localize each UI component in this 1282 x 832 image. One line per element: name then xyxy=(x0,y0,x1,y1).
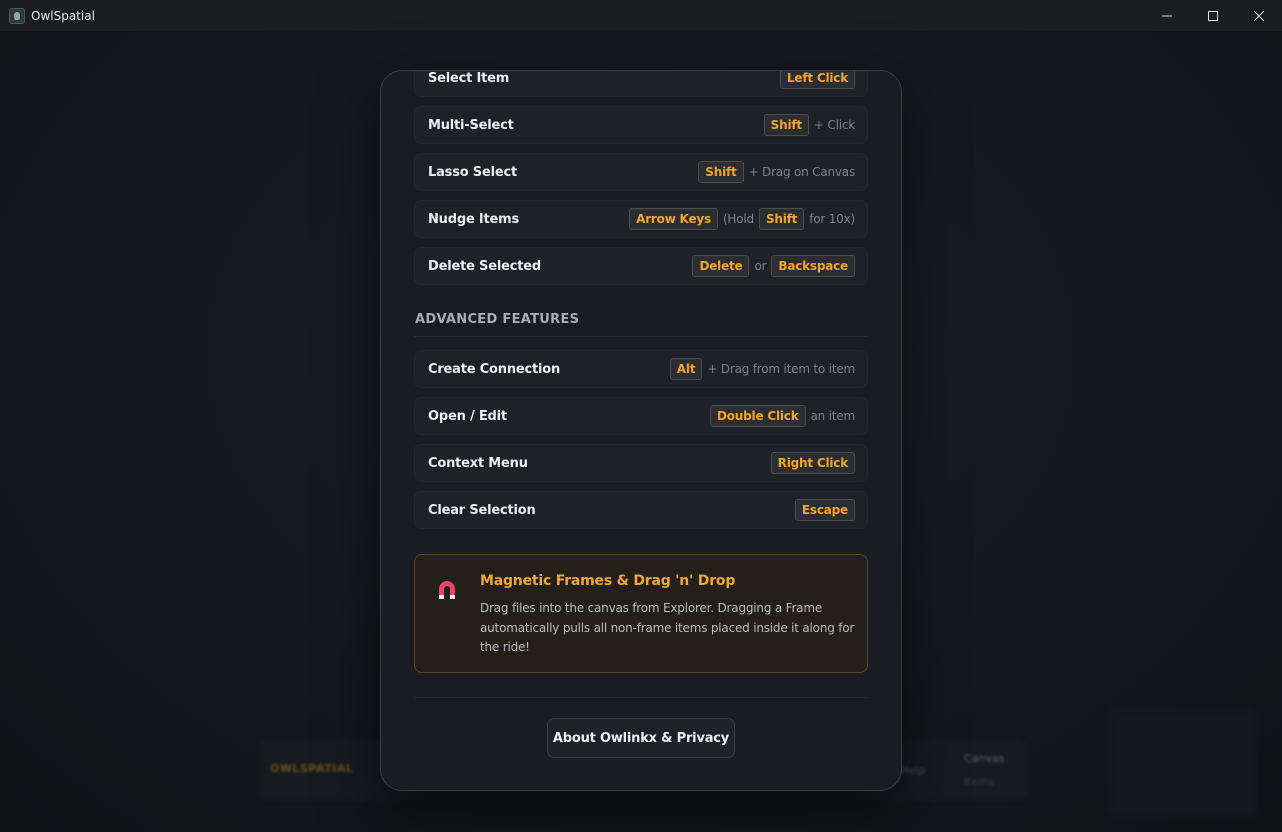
background-label: Help xyxy=(900,764,926,777)
shortcut-row: Delete Selected Delete or Backspace xyxy=(414,247,868,285)
about-privacy-button[interactable]: About Owlinkx & Privacy xyxy=(547,718,735,758)
key-badge: Shift xyxy=(758,208,805,230)
shortcut-keys: Shift + Click xyxy=(763,114,855,136)
shortcut-label: Nudge Items xyxy=(428,211,520,227)
key-hint-text: for 10x) xyxy=(809,212,855,226)
close-icon[interactable] xyxy=(1236,0,1282,31)
shortcut-label: Create Connection xyxy=(428,361,561,377)
minimize-icon[interactable] xyxy=(1144,0,1190,31)
help-modal: Select Item Left Click Multi-Select Shift + … xyxy=(380,70,902,791)
section-divider xyxy=(414,336,868,337)
key-badge: Delete xyxy=(692,255,750,277)
key-hint-text: + Click xyxy=(813,118,855,132)
shortcut-row: Context Menu Right Click xyxy=(414,444,868,482)
key-hint-text: + Drag from item to item xyxy=(707,362,855,376)
shortcut-keys: Shift + Drag on Canvas xyxy=(698,161,855,183)
window-controls xyxy=(1144,0,1282,31)
key-badge: Arrow Keys xyxy=(629,208,718,230)
app-icon xyxy=(9,7,25,24)
shortcut-label: Select Item xyxy=(428,70,510,86)
shortcut-label: Lasso Select xyxy=(428,164,517,180)
shortcut-row: Create Connection Alt + Drag from item to … xyxy=(414,350,868,388)
shortcut-row: Select Item Left Click xyxy=(414,70,868,97)
key-badge: Shift xyxy=(763,114,809,136)
key-badge: Left Click xyxy=(779,71,855,89)
background-panel xyxy=(1108,709,1256,817)
key-badge: Backspace xyxy=(771,255,855,277)
key-badge: Double Click xyxy=(710,405,806,427)
shortcut-row: Clear Selection Escape xyxy=(414,491,868,529)
maximize-icon[interactable] xyxy=(1190,0,1236,31)
key-badge: Alt xyxy=(669,358,703,380)
key-hint-text: an item xyxy=(810,409,856,423)
shortcut-keys: Alt + Drag from item to item xyxy=(669,358,855,380)
shortcut-label: Delete Selected xyxy=(428,258,541,274)
shortcut-keys: Right Click xyxy=(770,452,855,474)
key-hint-text: or xyxy=(754,259,767,273)
background-brand: OWLSPATIAL xyxy=(270,762,354,775)
shortcut-keys: Escape xyxy=(794,499,855,521)
shortcut-row: Multi-Select Shift + Click xyxy=(414,106,868,144)
shortcut-keys: Delete or Backspace xyxy=(692,255,855,277)
key-hint-text: (Hold xyxy=(722,212,754,226)
footer-divider xyxy=(414,697,868,698)
shortcut-keys: Double Click an item xyxy=(710,405,855,427)
shortcut-keys: Arrow Keys (Hold Shift for 10x) xyxy=(629,208,855,230)
shortcut-label: Context Menu xyxy=(428,455,528,471)
tip-card: Magnetic Frames & Drag 'n' Drop Drag fil… xyxy=(414,554,868,673)
key-badge: Escape xyxy=(794,499,855,521)
tip-title: Magnetic Frames & Drag 'n' Drop xyxy=(480,573,736,589)
shortcut-label: Open / Edit xyxy=(428,408,507,424)
magnet-icon xyxy=(439,581,455,599)
background-label: Items xyxy=(964,775,995,788)
title-bar: OwlSpatial xyxy=(0,0,1282,31)
tip-body: Drag files into the canvas from Explorer… xyxy=(480,601,855,654)
key-badge: Shift xyxy=(698,161,744,183)
shortcut-label: Multi-Select xyxy=(428,117,514,133)
shortcut-label: Clear Selection xyxy=(428,502,536,518)
shortcut-keys: Left Click xyxy=(779,71,855,89)
shortcut-row: Lasso Select Shift + Drag on Canvas xyxy=(414,153,868,191)
key-badge: Right Click xyxy=(770,452,855,474)
window-title: OwlSpatial xyxy=(31,8,95,23)
background-label: Canvas xyxy=(964,752,1005,765)
shortcut-row: Nudge Items Arrow Keys (Hold Shift for 10x) xyxy=(414,200,868,238)
shortcut-row: Open / Edit Double Click an item xyxy=(414,397,868,435)
key-hint-text: + Drag on Canvas xyxy=(748,165,856,179)
section-title-advanced: ADVANCED FEATURES xyxy=(415,312,580,327)
